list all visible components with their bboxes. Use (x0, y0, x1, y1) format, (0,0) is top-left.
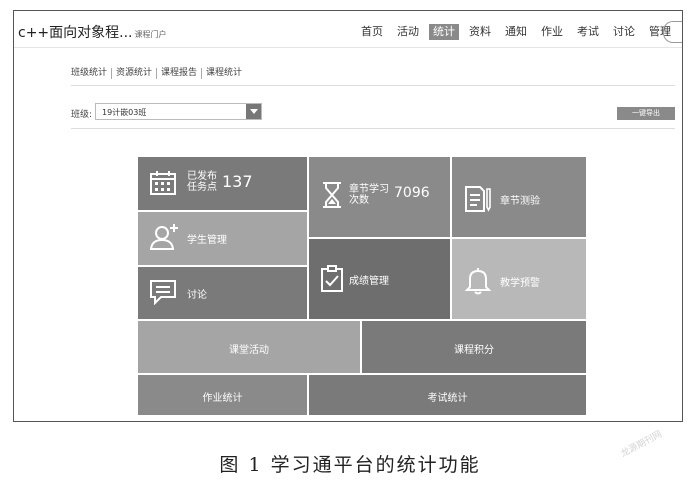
figure-caption: 图 1 学习通平台的统计功能 (219, 454, 481, 476)
clipboard-check-icon (320, 265, 344, 293)
tile-teaching-alert[interactable]: 教学预警 (452, 239, 586, 319)
tile-class-activity[interactable]: 课堂活动 (138, 321, 360, 373)
tile-label-line2: 次数 (349, 195, 369, 206)
tile-published-tasks[interactable]: 已发布 任务点 137 (138, 157, 307, 210)
user-add-icon (149, 223, 179, 251)
tile-label: 讨论 (187, 290, 207, 301)
bell-icon (465, 267, 491, 295)
top-bar: c++面向对象程... 课程门户 首页 活动 统计 资料 通知 作业 考试 讨论 … (14, 11, 682, 48)
nav-statistics[interactable]: 统计 (429, 24, 459, 40)
tile-label: 成绩管理 (349, 276, 389, 287)
tile-course-points[interactable]: 课程积分 (362, 321, 586, 373)
subnav-class-stats[interactable]: 班级统计 (71, 68, 113, 79)
course-title[interactable]: c++面向对象程... 课程门户 (18, 22, 167, 42)
tile-discussion[interactable]: 讨论 (138, 267, 307, 319)
sub-nav: 班级统计 资源统计 课程报告 课程统计 (71, 68, 246, 79)
class-label: 班级: (71, 110, 93, 120)
chevron-down-icon[interactable] (246, 104, 261, 119)
calendar-icon (149, 170, 177, 196)
document-pen-icon (464, 185, 492, 213)
tile-homework-stats[interactable]: 作业统计 (138, 375, 307, 415)
main-nav: 首页 活动 统计 资料 通知 作业 考试 讨论 管理 (357, 24, 681, 40)
nav-materials[interactable]: 资料 (465, 24, 495, 40)
tile-value: 7096 (394, 185, 430, 201)
tile-label: 学生管理 (187, 235, 227, 246)
tile-exam-stats[interactable]: 考试统计 (309, 375, 586, 415)
tile-label-line1: 章节学习 (349, 184, 389, 195)
subnav-resource-stats[interactable]: 资源统计 (112, 68, 158, 79)
divider (71, 128, 675, 129)
nav-homework[interactable]: 作业 (537, 24, 567, 40)
tile-student-management[interactable]: 学生管理 (138, 212, 307, 265)
nav-notices[interactable]: 通知 (501, 24, 531, 40)
overflow-button[interactable] (663, 21, 682, 43)
course-name: c++面向对象程... (18, 25, 133, 41)
tile-label: 课程积分 (454, 345, 494, 356)
tile-label: 考试统计 (427, 393, 468, 404)
nav-discussion[interactable]: 讨论 (609, 24, 639, 40)
tile-label-line1: 已发布 (187, 171, 217, 182)
divider (71, 85, 675, 86)
tile-chapter-study[interactable]: 章节学习 次数 7096 (309, 157, 450, 237)
tile-chapter-quiz[interactable]: 章节测验 (452, 157, 586, 237)
tile-label: 作业统计 (202, 393, 243, 404)
class-select-value: 19计嵌03班 (102, 108, 147, 117)
subnav-course-report[interactable]: 课程报告 (157, 68, 203, 79)
nav-exam[interactable]: 考试 (573, 24, 603, 40)
nav-home[interactable]: 首页 (357, 24, 387, 40)
tile-grade-management[interactable]: 成绩管理 (309, 239, 450, 319)
tile-label: 章节测验 (500, 196, 540, 207)
subnav-course-stats[interactable]: 课程统计 (202, 68, 246, 79)
tile-label: 教学预警 (500, 278, 540, 289)
tile-value: 137 (222, 172, 253, 191)
class-select[interactable]: 19计嵌03班 (95, 103, 262, 120)
chat-icon (149, 279, 177, 305)
export-button[interactable]: 一键导出 (617, 107, 675, 120)
app-window: c++面向对象程... 课程门户 首页 活动 统计 资料 通知 作业 考试 讨论 … (13, 10, 683, 422)
tile-label: 课堂活动 (229, 345, 269, 356)
portal-link[interactable]: 课程门户 (135, 30, 167, 39)
tile-label-line2: 任务点 (187, 182, 217, 193)
hourglass-icon (321, 181, 343, 209)
nav-activity[interactable]: 活动 (393, 24, 423, 40)
